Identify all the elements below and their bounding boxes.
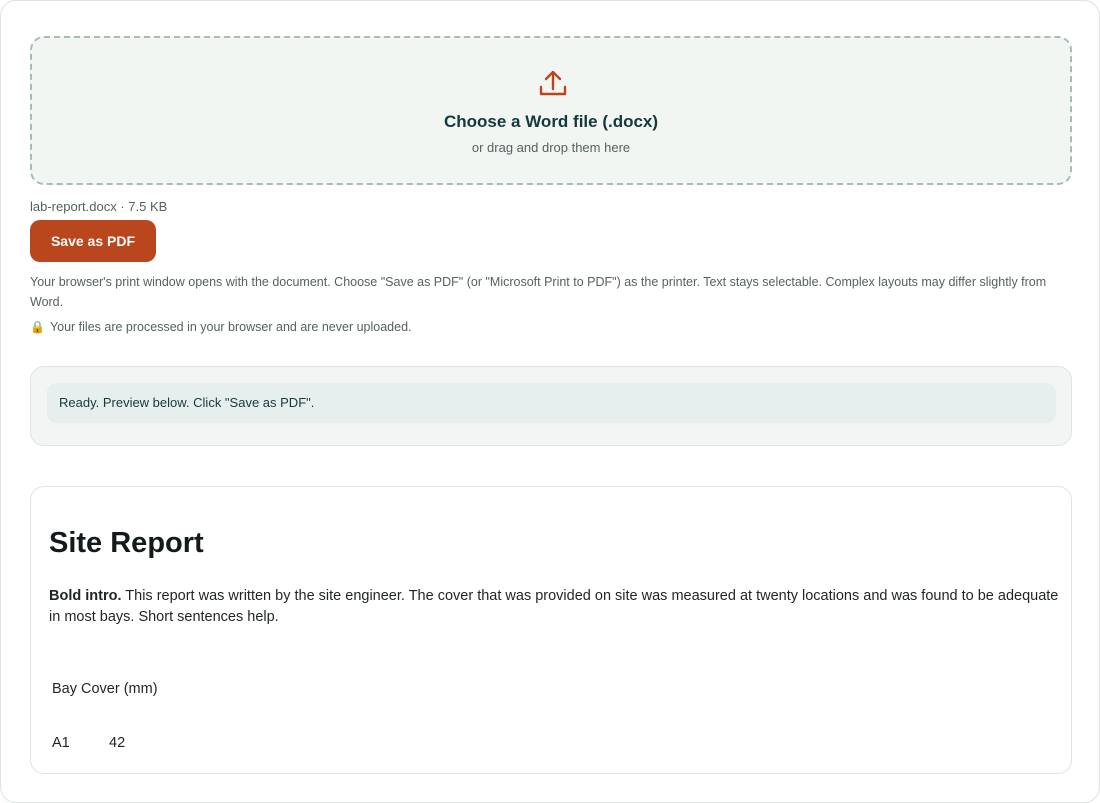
table-cell-cover: 42 xyxy=(109,735,126,751)
preview-table: Bay Cover (mm) A1 42 xyxy=(49,662,161,770)
file-dropzone[interactable]: Choose a Word file (.docx) or drag and d… xyxy=(30,36,1072,185)
preview-title: Site Report xyxy=(49,527,204,559)
help-text: Your browser's print window opens with t… xyxy=(30,275,1047,309)
lock-icon: 🔒 xyxy=(30,320,45,334)
table-header-row: Bay Cover (mm) xyxy=(49,662,161,716)
privacy-text: Your files are processed in your browser… xyxy=(49,320,412,334)
converter-card: Choose a Word file (.docx) or drag and d… xyxy=(0,0,1100,803)
table-header-cell: Bay Cover (mm) xyxy=(52,681,158,697)
status-panel: Ready. Preview below. Click "Save as PDF… xyxy=(30,366,1072,446)
dropzone-title: Choose a Word file (.docx) xyxy=(443,112,659,131)
selected-file-info: lab-report.docx · 7.5 KB xyxy=(30,199,168,214)
preview-paragraph-text: This report was written by the site engi… xyxy=(49,588,1059,625)
status-message: Ready. Preview below. Click "Save as PDF… xyxy=(47,383,1056,423)
privacy-note: 🔒 Your files are processed in your brows… xyxy=(30,320,412,334)
preview-paragraph: Bold intro. This report was written by t… xyxy=(49,586,1059,628)
upload-icon xyxy=(539,70,567,96)
table-cell-bay: A1 xyxy=(52,735,70,751)
preview-bold-intro: Bold intro. xyxy=(49,588,122,604)
dropzone-subtitle: or drag and drop them here xyxy=(471,140,631,155)
document-preview: Site Report Bold intro. This report was … xyxy=(30,486,1072,774)
table-row: A1 42 xyxy=(49,716,161,770)
save-as-pdf-button[interactable]: Save as PDF xyxy=(30,220,156,262)
